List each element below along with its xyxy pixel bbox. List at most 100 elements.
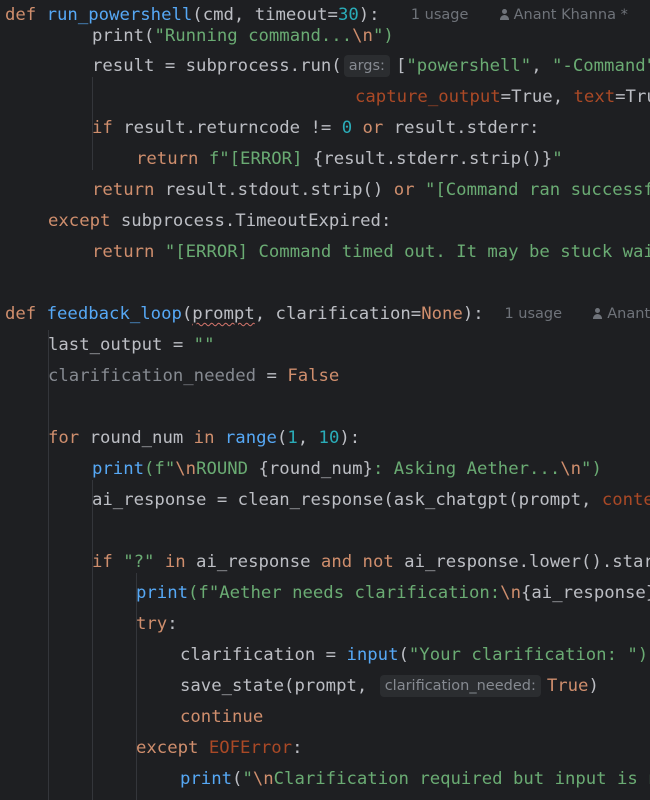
code-text: clarification = <box>180 645 347 665</box>
string-literal: (f"Aether needs clarification: <box>188 583 501 603</box>
code-line[interactable]: continue <box>0 702 650 733</box>
code-text: result = subprocess.run( <box>92 56 342 76</box>
code-text: : <box>292 738 303 758</box>
code-text: =True <box>615 87 650 107</box>
code-text: ai_response.lower().startswith( <box>404 552 650 572</box>
code-line[interactable]: return f"[ERROR] {result.stderr.strip()}… <box>0 144 650 175</box>
string-literal: " <box>552 149 563 169</box>
code-text: : <box>167 614 178 634</box>
fstring-expr: {round_num} <box>258 459 373 479</box>
keyword-true: True <box>546 676 589 696</box>
code-text: result.stderr: <box>383 118 540 138</box>
code-text: , <box>297 428 319 448</box>
code-line[interactable]: except EOFError: <box>0 733 650 764</box>
string-literal: ROUND <box>196 459 259 479</box>
code-text: ( <box>232 769 243 789</box>
number-literal: 1 <box>287 428 298 448</box>
string-literal: "" <box>193 335 215 355</box>
code-line[interactable]: ai_response = clean_response(ask_chatgpt… <box>0 485 650 516</box>
code-line[interactable]: print("Running command...\n") <box>0 21 650 52</box>
code-line[interactable]: if "?" in ai_response and not ai_respons… <box>0 547 650 578</box>
code-line[interactable]: save_state(prompt, clarification_needed:… <box>0 671 650 702</box>
builtin-print: print <box>180 769 233 789</box>
string-literal: ") <box>372 26 394 46</box>
string-literal: "Your clarification: ") <box>408 645 649 665</box>
code-line[interactable]: print("\nClarification required but inpu… <box>0 764 650 795</box>
string-literal: Clarification required but input is not … <box>273 769 650 789</box>
keyword-in: in <box>193 428 215 448</box>
string-literal: "[Command ran successfully]" <box>424 180 650 200</box>
code-line[interactable]: try: <box>0 609 650 640</box>
code-line[interactable]: clarification = input("Your clarificatio… <box>0 640 650 671</box>
fstring-expr: {ai_response} <box>520 583 650 603</box>
kwarg-name: context=last_output)) <box>601 490 650 510</box>
code-text: ( <box>181 304 193 324</box>
param-prompt: prompt <box>192 304 255 324</box>
builtin-range: range <box>224 428 277 448</box>
code-text: [ <box>395 56 407 76</box>
keyword-return: return <box>136 149 199 169</box>
keyword-except: except <box>136 738 199 758</box>
param-hint: clarification_needed: <box>379 675 541 697</box>
escape-seq: \n <box>252 769 274 789</box>
code-text: , clarification= <box>254 304 422 324</box>
code-text: ai_response <box>185 552 321 572</box>
code-text: last_output = <box>48 335 194 355</box>
escape-seq: \n <box>175 459 197 479</box>
usage-count[interactable]: 1 usage <box>504 306 562 322</box>
code-text: result.stdout.strip() <box>154 180 394 200</box>
code-line[interactable]: except subprocess.TimeoutExpired: <box>0 206 650 237</box>
author-info[interactable]: Anant Khanna * <box>593 306 650 322</box>
code-text: , <box>531 56 553 76</box>
code-line[interactable]: print(f"\nROUND {round_num}: Asking Aeth… <box>0 454 650 485</box>
code-line[interactable]: def feedback_loop(prompt, clarification=… <box>0 299 650 330</box>
code-line[interactable]: result = subprocess.run(args: ["powershel… <box>0 51 650 82</box>
code-line[interactable]: print(f"Aether needs clarification:\n{ai… <box>0 578 650 609</box>
keyword-return: return <box>92 180 155 200</box>
number-literal: 0 <box>341 118 353 138</box>
code-editor[interactable]: def run_powershell(cmd, timeout=30): 1 u… <box>0 0 650 800</box>
code-text: subprocess.TimeoutExpired: <box>110 211 392 231</box>
param-hint: args: <box>343 55 390 77</box>
keyword-def: def <box>5 304 37 324</box>
code-line[interactable]: return "[ERROR] Command timed out. It ma… <box>0 237 650 268</box>
code-text: print( <box>92 26 155 46</box>
escape-seq: \n <box>352 26 373 46</box>
code-text: ) <box>588 676 599 696</box>
keyword-for: for <box>48 428 80 448</box>
exception-class: EOFError <box>208 738 293 758</box>
string-literal: ") <box>581 459 602 479</box>
code-text: ( <box>276 428 288 448</box>
code-text: =True, <box>500 87 574 107</box>
string-literal: "?" <box>123 552 155 572</box>
keyword-continue: continue <box>180 707 264 727</box>
code-line[interactable]: return result.stdout.strip() or "[Comman… <box>0 175 650 206</box>
code-text: = <box>256 366 288 386</box>
code-line[interactable]: for round_num in range(1, 10): <box>0 423 650 454</box>
author-name: Anant Khanna * <box>607 306 650 322</box>
code-line[interactable]: last_output = "" <box>0 330 650 361</box>
escape-seq: \n <box>500 583 521 603</box>
keyword-false: False <box>287 366 340 386</box>
code-line[interactable]: capture_output=True, text=True <box>0 82 650 113</box>
escape-seq: \n <box>560 459 582 479</box>
code-line[interactable]: if result.returncode != 0 or result.stde… <box>0 113 650 144</box>
keyword-none: None <box>421 304 463 324</box>
code-text: round_num <box>79 428 194 448</box>
function-name[interactable]: feedback_loop <box>47 304 182 324</box>
unused-variable: clarification_needed <box>48 366 257 386</box>
code-text: ): <box>339 428 361 448</box>
keyword-if: if <box>92 552 113 572</box>
fstring-expr: {result.stderr.strip()} <box>312 149 553 169</box>
code-line[interactable]: clarification_needed = False <box>0 361 650 392</box>
kwarg-name: text <box>573 87 616 107</box>
